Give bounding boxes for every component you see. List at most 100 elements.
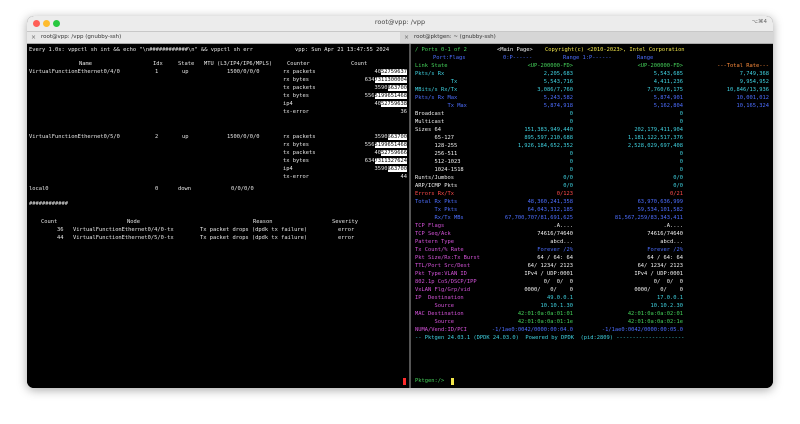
total-rate-value: 7,749,368	[739, 71, 769, 77]
port0-value: abcd...	[550, 239, 573, 245]
counter-value-prefix: 3590	[374, 166, 388, 172]
port0-value: 5,874,918	[543, 103, 573, 109]
port0-value: 0/123	[556, 191, 573, 197]
port1-value: abcd...	[660, 239, 683, 245]
counter-value-highlight: 663700	[387, 134, 407, 140]
port1-value: IPv4 / UDP:0001	[634, 271, 683, 277]
interface-idx: 1	[155, 69, 159, 75]
port1-value: 74616/74640	[647, 231, 683, 237]
port1-value: 7,760/6,175	[647, 87, 683, 93]
col-header-counter: Counter	[287, 61, 310, 67]
counter-value-highlight: 36	[400, 109, 408, 115]
port0-value: 151,383,949,440	[524, 127, 573, 133]
watch-command: Every 1.0s: vppctl sh int && echo "\n###…	[29, 47, 253, 53]
counter-name: rx packets	[283, 134, 316, 140]
tab-vpp[interactable]: × root@vpp: /vpp (gnubby-ssh)	[27, 32, 400, 43]
ports-label: / Ports 0-1 of 2	[415, 47, 467, 53]
error-node: VirtualFunctionEthernet0/4/0-tx	[73, 227, 174, 233]
stat-label: TCP Flags	[415, 223, 445, 229]
port0-value: 64,043,312,185	[527, 207, 573, 213]
col-header-count: Count	[351, 61, 368, 67]
total-rate-value: 9,954,952	[739, 79, 769, 85]
err-header-severity: Severity	[332, 219, 358, 225]
port0-value: 42:01:0a:0a:01:01	[517, 311, 573, 317]
stat-label: NUMA/Vend:ID/PCI	[415, 327, 467, 333]
stat-label: TCP Seq/Ack	[415, 231, 451, 237]
port1-value: 0/0	[673, 175, 683, 181]
counter-value-prefix: 3590	[374, 85, 388, 91]
interface-state: up	[182, 69, 189, 75]
port1-value: 10.10.2.30	[650, 303, 683, 309]
pktgen-prompt: Pktgen:/>	[415, 378, 448, 384]
port1-value: 81,567,259/83,343,411	[614, 215, 683, 221]
stat-label: Source	[415, 319, 454, 325]
stat-label: VxLAN Flg/Grp/vid	[415, 287, 471, 293]
port0-value: 0000/ 0/ 0	[524, 287, 573, 293]
counter-name: rx bytes	[283, 77, 309, 83]
stat-label: Runts/Jumbos	[415, 175, 454, 181]
total-rate-value: 10,165,324	[736, 103, 769, 109]
col-header-name: Name	[79, 61, 92, 67]
port1-value: Forever /2%	[647, 247, 683, 253]
stat-label: Total Rx Pkts	[415, 199, 458, 205]
counter-name: tx-error	[283, 109, 309, 115]
vpp-pane[interactable]: Every 1.0s: vppctl sh int && echo "\n###…	[27, 44, 409, 388]
counter-value: 4052759666	[375, 150, 407, 157]
counter-value: 44	[401, 174, 408, 181]
separator-line: ############	[29, 201, 68, 207]
port0-value: 10.10.1.30	[540, 303, 573, 309]
port0-value: 0	[569, 111, 573, 117]
port0-value: 0/0	[563, 175, 573, 181]
stat-label: 65-127	[415, 135, 454, 141]
port1-value: <UP-200000-FD>	[637, 63, 683, 69]
stat-label: Errors Rx/Tx	[415, 191, 454, 197]
port1-value: 0000/ 0/ 0	[634, 287, 683, 293]
stat-label: TTL/Port Src/Dest	[415, 263, 471, 269]
stat-label: Multicast	[415, 119, 445, 125]
port0-value: 895,597,210,688	[524, 135, 573, 141]
counter-value-prefix: 556	[364, 93, 375, 99]
tab-label: root@vpp: /vpp (gnubby-ssh)	[41, 34, 122, 40]
counter-name: tx packets	[283, 85, 316, 91]
error-count: 44	[57, 235, 64, 241]
port0-value: 64 / 64: 64	[537, 255, 573, 261]
port1-value: 64/ 1234/ 2123	[637, 263, 683, 269]
main-page-label: <Main Page>	[497, 47, 533, 53]
interface-idx: 2	[155, 134, 159, 140]
watch-timestamp: vpp: Sun Apr 21 13:47:55 2024	[295, 47, 390, 53]
port0-value: 49.0.0.1	[547, 295, 573, 301]
counter-value: 4052759637	[375, 69, 407, 76]
stat-label: IP Destination	[415, 295, 464, 301]
port1-mode: Range	[637, 55, 654, 61]
close-tab-icon[interactable]: ×	[404, 32, 409, 43]
interface-name: VirtualFunctionEthernet0/5/0	[29, 134, 120, 140]
stat-label: Pkt Type:VLAN ID	[415, 271, 467, 277]
port1-value: .A....	[663, 223, 683, 229]
port1-value: 5,543,685	[653, 71, 683, 77]
counter-value-highlight: 52759666	[381, 150, 407, 156]
counter-value: 36	[401, 109, 408, 116]
counter-value-highlight: 7311300004	[374, 77, 407, 83]
err-header-node: Node	[127, 219, 140, 225]
error-severity: error	[338, 227, 355, 233]
stat-label: Pkts/s Rx Max	[415, 95, 458, 101]
counter-value: 3590663700	[375, 166, 407, 173]
counter-value: 5565199651468	[365, 142, 407, 149]
port0-value: 0	[569, 119, 573, 125]
tab-pktgen[interactable]: × root@pktgen: ~ (gnubby-ssh)	[400, 32, 773, 43]
pktgen-pane[interactable]: / Ports 0-1 of 2 <Main Page> Copyright(c) …	[411, 44, 773, 388]
counter-value-prefix: 634	[364, 158, 375, 164]
port1-value: 17.0.0.1	[657, 295, 683, 301]
stat-label: Tx Pkts	[415, 207, 458, 213]
stat-label: Pkt Size/Rx:Tx Burst	[415, 255, 480, 261]
port1-value: 5,874,901	[653, 95, 683, 101]
stat-label: 1024-1518	[415, 167, 464, 173]
port0-value: 74616/74640	[537, 231, 573, 237]
stat-label: 802.1p CoS/DSCP/IPP	[415, 279, 477, 285]
interface-mtu: 0/0/0/0	[231, 186, 254, 192]
counter-value-prefix: 556	[364, 142, 375, 148]
close-tab-icon[interactable]: ×	[31, 32, 36, 43]
counter-value-highlight: 5199651468	[374, 142, 407, 148]
port1-value: 2,528,029,697,408	[627, 143, 683, 149]
error-reason: Tx packet drops (dpdk tx failure)	[200, 235, 308, 241]
